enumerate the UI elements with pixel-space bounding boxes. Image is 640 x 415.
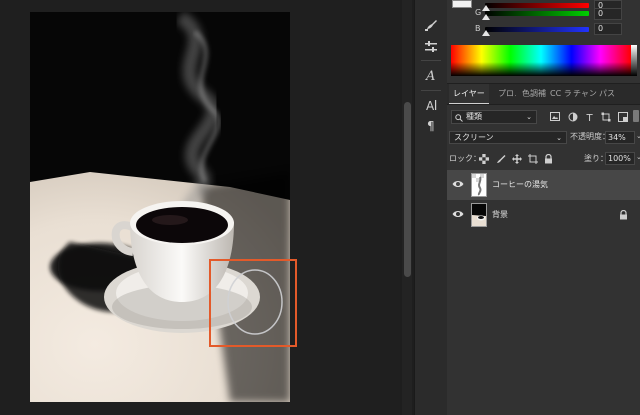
blue-channel-value[interactable]: 0 xyxy=(594,23,622,35)
lock-transparent-pixels-icon[interactable] xyxy=(478,153,489,164)
character-styles-icon[interactable]: A xyxy=(419,94,443,116)
fill-input[interactable]: 100% xyxy=(605,152,635,165)
black-white-ramp[interactable] xyxy=(631,45,637,76)
brush-settings-icon[interactable] xyxy=(419,14,443,36)
tab-channels[interactable]: チャン xyxy=(573,84,597,104)
tab-adjustments[interactable]: 色調補 xyxy=(522,84,549,104)
green-channel-slider[interactable] xyxy=(485,11,589,16)
lock-all-icon[interactable] xyxy=(543,153,554,164)
tab-properties[interactable]: プロノ xyxy=(498,84,516,104)
search-icon xyxy=(455,114,463,122)
layer-name[interactable]: 背景 xyxy=(492,200,508,230)
selection-highlight-box xyxy=(209,259,297,347)
lock-position-icon[interactable] xyxy=(511,153,522,164)
filter-smart-object-icon[interactable] xyxy=(617,111,628,122)
layer-row-steam[interactable]: コーヒーの湯気 xyxy=(447,170,640,200)
blend-mode-value: スクリーン xyxy=(454,133,494,142)
blue-channel-label: B xyxy=(475,24,481,33)
layers-panel-tabs: レイヤー プロノ 色調補 CC ラ チャン パス xyxy=(447,83,640,105)
right-panels: 0 G 0 B 0 レイヤー プロノ 色調補 CC ラ チャン パス 種類 ⌄ … xyxy=(447,0,640,415)
paragraph-panel-icon[interactable]: ¶ xyxy=(419,114,443,136)
svg-text:A: A xyxy=(425,69,435,82)
filter-adjustment-icon[interactable] xyxy=(567,111,578,122)
layer-row-background[interactable]: 背景 xyxy=(447,200,640,230)
filter-pixel-icon[interactable] xyxy=(549,111,560,122)
green-channel-value[interactable]: 0 xyxy=(594,8,622,20)
blue-channel-slider[interactable] xyxy=(485,27,589,32)
opacity-label: 不透明度： xyxy=(570,132,610,141)
filter-shape-icon[interactable] xyxy=(600,111,611,122)
lock-image-pixels-icon[interactable] xyxy=(495,153,506,164)
lock-label: ロック： xyxy=(449,154,481,163)
tab-cc-libraries[interactable]: CC ラ xyxy=(550,84,572,104)
color-spectrum-ramp[interactable] xyxy=(451,45,631,76)
layer-name[interactable]: コーヒーの湯気 xyxy=(492,170,548,200)
chevron-down-icon[interactable]: ⌄ xyxy=(636,153,640,161)
layer-filter-select[interactable]: 種類 ⌄ xyxy=(451,110,537,124)
chevron-down-icon: ⌄ xyxy=(526,113,532,121)
lock-icon xyxy=(620,210,627,220)
layer-thumbnail xyxy=(471,203,487,227)
layer-filter-value: 種類 xyxy=(466,112,482,121)
adjust-sliders-icon[interactable] xyxy=(419,36,443,58)
tab-layers[interactable]: レイヤー xyxy=(449,84,489,104)
eye-icon[interactable] xyxy=(452,179,464,189)
eye-icon[interactable] xyxy=(452,209,464,219)
red-channel-slider[interactable] xyxy=(485,3,589,8)
canvas-scrollbar-thumb[interactable] xyxy=(404,102,411,277)
layers-list: コーヒーの湯気 背景 xyxy=(447,168,640,415)
tool-divider xyxy=(421,60,441,61)
svg-text:T: T xyxy=(585,113,593,122)
foreground-swatch[interactable] xyxy=(452,0,472,8)
tab-paths[interactable]: パス xyxy=(599,84,621,104)
svg-text:A: A xyxy=(426,99,435,112)
blue-channel-thumb[interactable] xyxy=(482,30,490,36)
svg-text:¶: ¶ xyxy=(427,119,435,132)
filter-type-icon[interactable]: T xyxy=(584,111,595,122)
character-panel-icon[interactable]: A xyxy=(419,64,443,86)
filter-toggle-switch[interactable] xyxy=(633,110,639,122)
blend-mode-select[interactable]: スクリーン ⌄ xyxy=(449,131,567,144)
layer-thumbnail xyxy=(471,173,487,197)
tool-divider xyxy=(421,90,441,91)
lock-artboard-icon[interactable] xyxy=(527,153,538,164)
opacity-input[interactable]: 34% xyxy=(605,131,635,144)
chevron-down-icon: ⌄ xyxy=(556,134,562,142)
green-channel-thumb[interactable] xyxy=(482,14,490,20)
green-channel-label: G xyxy=(475,8,482,17)
chevron-down-icon[interactable]: ⌄ xyxy=(636,132,640,140)
canvas-workspace[interactable] xyxy=(0,0,400,415)
panel-tool-strip: A A ¶ xyxy=(414,0,448,415)
